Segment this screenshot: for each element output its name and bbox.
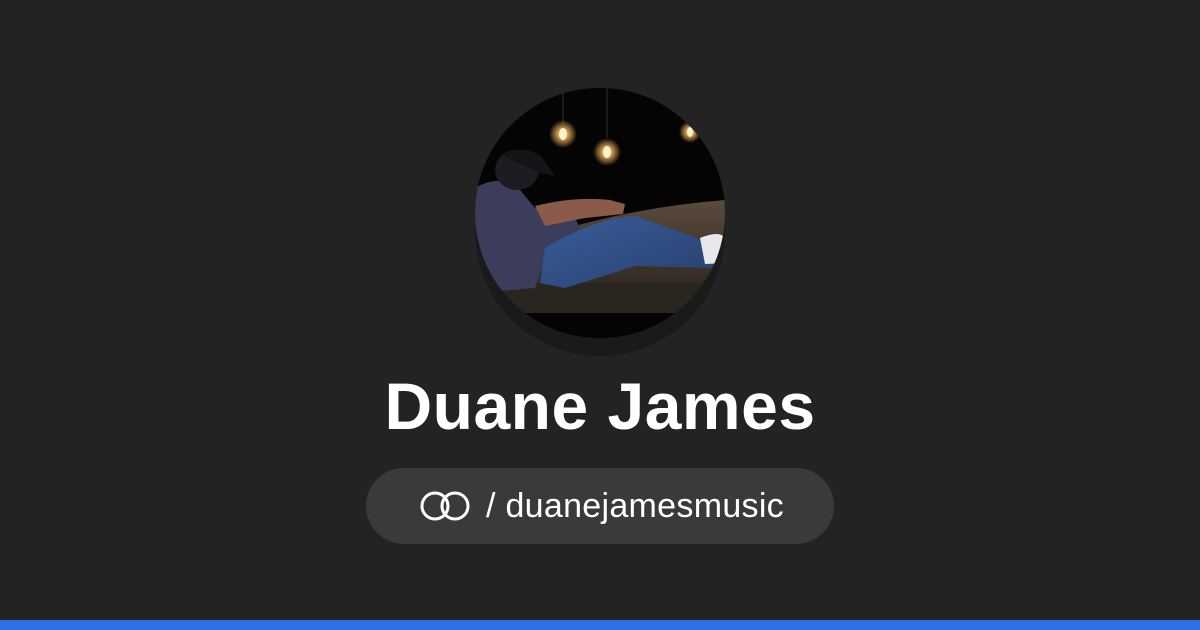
- accent-bar: [0, 620, 1200, 630]
- share-card: Duane James / duanejamesmusic: [0, 0, 1200, 630]
- avatar-container: [475, 88, 725, 356]
- avatar[interactable]: [475, 88, 725, 338]
- handle-separator: /: [486, 486, 496, 525]
- profile-name: Duane James: [384, 369, 816, 443]
- avatar-photo: [475, 88, 725, 338]
- profile-handle-pill[interactable]: / duanejamesmusic: [366, 468, 834, 544]
- profile-handle: duanejamesmusic: [505, 486, 784, 525]
- linked-rings-icon: [416, 489, 474, 523]
